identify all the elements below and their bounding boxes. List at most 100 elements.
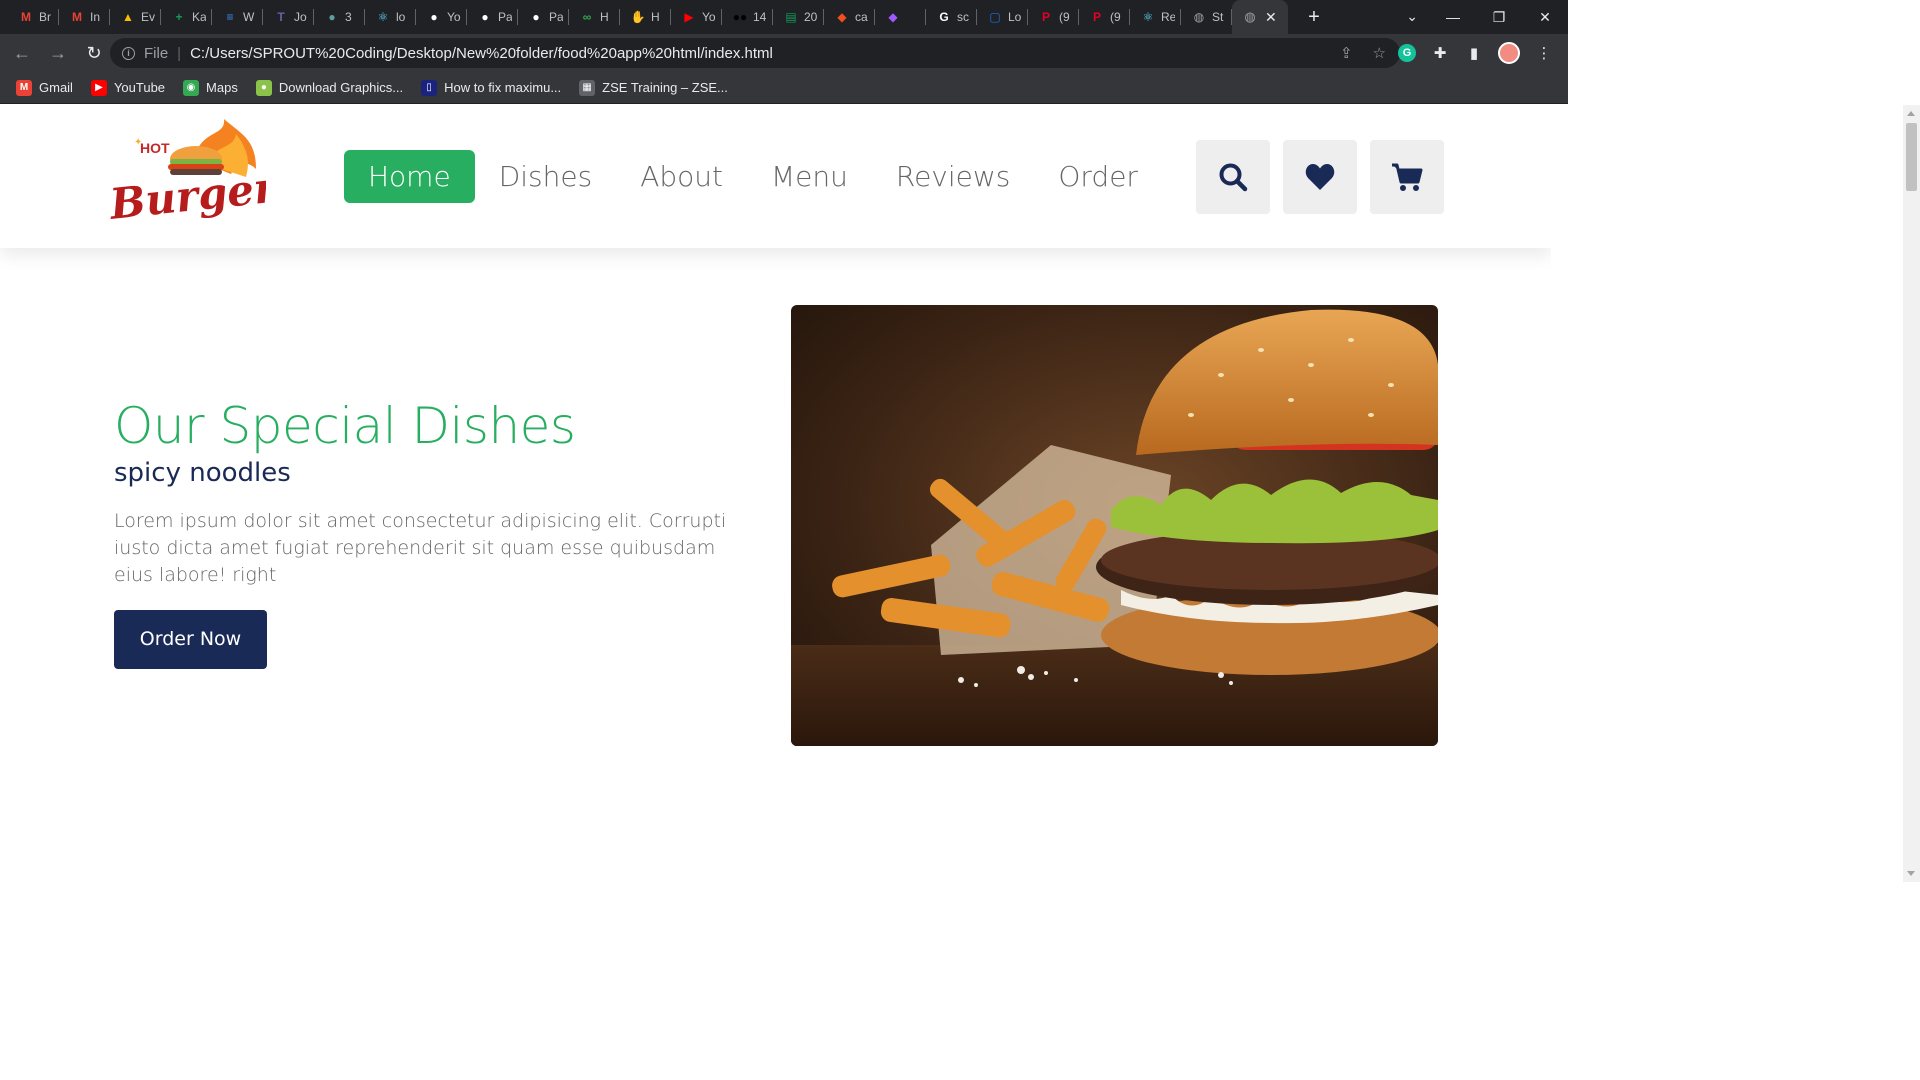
- extensions-puzzle-icon[interactable]: ✚: [1430, 43, 1450, 63]
- url-separator: |: [177, 44, 182, 62]
- reload-icon[interactable]: ↻: [78, 37, 110, 69]
- tab-title: W: [243, 10, 255, 24]
- page-viewport: HOT ✦ Burgers Home Dishes About Menu Reviews…: [0, 105, 1551, 882]
- browser-tab[interactable]: ● Pa: [467, 0, 518, 34]
- nav-link-about[interactable]: About: [616, 150, 747, 203]
- tab-search-chevron-icon[interactable]: ⌄: [1406, 8, 1418, 25]
- nav-link-order[interactable]: Order: [1034, 150, 1162, 203]
- nav-link-home[interactable]: Home: [344, 150, 475, 203]
- svg-text:HOT: HOT: [140, 140, 170, 156]
- scroll-down-arrow-icon[interactable]: [1907, 871, 1915, 876]
- browser-tab[interactable]: ◆ ca: [824, 0, 875, 34]
- browser-tab[interactable]: ● Pa: [518, 0, 569, 34]
- bookmark-label: Maps: [206, 80, 238, 95]
- browser-tab[interactable]: ✋ H: [620, 0, 671, 34]
- browser-tab[interactable]: ▲ Ev: [110, 0, 161, 34]
- tab-title: 3: [345, 10, 352, 24]
- browser-tab[interactable]: ▶ Yo: [671, 0, 722, 34]
- youtube-icon: ▶: [684, 10, 694, 24]
- tab-title: Pa: [498, 10, 512, 24]
- link-icon: ∞: [582, 10, 592, 24]
- cart-icon: [1392, 163, 1423, 191]
- profile-avatar[interactable]: [1498, 42, 1520, 64]
- browser-tab[interactable]: ● 3: [314, 0, 365, 34]
- github-icon: ●: [532, 10, 540, 24]
- hot-burgers-logo[interactable]: HOT ✦ Burgers: [106, 119, 302, 229]
- pinterest-icon: P: [1092, 10, 1101, 24]
- browser-tab[interactable]: M In: [59, 0, 110, 34]
- browser-tab[interactable]: P (9: [1079, 0, 1130, 34]
- tab-title: Pa: [549, 10, 563, 24]
- forward-arrow-icon[interactable]: →: [42, 37, 74, 69]
- url-text[interactable]: C:/Users/SPROUT%20Coding/Desktop/New%20f…: [190, 45, 773, 62]
- docs-icon: ≡: [226, 10, 234, 24]
- browser-tab[interactable]: ▤ 20: [773, 0, 824, 34]
- active-tab[interactable]: ◍ ✕: [1232, 0, 1288, 34]
- browser-tab[interactable]: + Ka: [161, 0, 212, 34]
- google-icon: G: [939, 10, 949, 24]
- tab-title: ca: [855, 10, 868, 24]
- order-now-button[interactable]: Order Now: [114, 610, 267, 669]
- bookmark-item[interactable]: ▶ YouTube: [90, 79, 165, 96]
- extension-area: G ✚ ▮ ⋮: [1398, 42, 1554, 64]
- bookmark-item[interactable]: M Gmail: [16, 79, 73, 96]
- close-tab-icon[interactable]: ✕: [1265, 9, 1277, 26]
- browser-menu-icon[interactable]: ⋮: [1534, 43, 1554, 63]
- new-tab-button[interactable]: +: [1302, 6, 1326, 29]
- bookmark-star-icon[interactable]: ☆: [1373, 44, 1386, 62]
- heart-icon: [1305, 164, 1335, 190]
- browser-tab[interactable]: ≡ W: [212, 0, 263, 34]
- address-bar[interactable]: i File | C:/Users/SPROUT%20Coding/Deskto…: [110, 38, 1400, 68]
- page-icon: ▯: [421, 79, 438, 96]
- scroll-up-arrow-icon[interactable]: [1907, 111, 1915, 116]
- tab-title: Ka: [192, 10, 206, 24]
- tab-title: Jo: [294, 10, 307, 24]
- browser-tab[interactable]: ⚛ Re: [1130, 0, 1181, 34]
- nav-link-dishes[interactable]: Dishes: [475, 150, 617, 203]
- tab-title: St: [1212, 10, 1224, 24]
- app-icon: ●: [328, 10, 336, 24]
- back-arrow-icon[interactable]: ←: [6, 37, 38, 69]
- tab-title: (9: [1110, 10, 1121, 24]
- bookmark-item[interactable]: ▦ ZSE Training – ZSE...: [579, 79, 728, 96]
- main-nav: Home Dishes About Menu Reviews Order: [344, 150, 1162, 203]
- browser-tab[interactable]: ● Yo: [416, 0, 467, 34]
- restore-icon[interactable]: ❐: [1476, 9, 1522, 26]
- bookmark-item[interactable]: ◉ Maps: [183, 79, 238, 96]
- browser-tab[interactable]: M Br: [8, 0, 59, 34]
- close-window-icon[interactable]: ✕: [1522, 9, 1568, 26]
- hand-icon: ✋: [630, 10, 646, 24]
- browser-tab[interactable]: T Jo: [263, 0, 314, 34]
- gmail-icon: M: [21, 10, 31, 24]
- favorites-button[interactable]: [1283, 140, 1357, 214]
- page-scrollbar[interactable]: [1903, 105, 1920, 882]
- info-icon[interactable]: i: [122, 46, 135, 60]
- app-icon: ▢: [989, 10, 1001, 24]
- nav-link-menu[interactable]: Menu: [747, 150, 872, 203]
- share-icon[interactable]: ⇪: [1340, 44, 1353, 62]
- browser-tab[interactable]: P (9: [1028, 0, 1079, 34]
- browser-tab[interactable]: ∞ H: [569, 0, 620, 34]
- github-icon: ●: [430, 10, 438, 24]
- header-icon-buttons: [1196, 140, 1444, 214]
- grammarly-icon[interactable]: G: [1398, 44, 1416, 62]
- nav-link-reviews[interactable]: Reviews: [872, 150, 1035, 203]
- browser-tab[interactable]: Gsc: [926, 0, 977, 34]
- cart-button[interactable]: [1370, 140, 1444, 214]
- browser-tab[interactable]: ◍ St: [1181, 0, 1232, 34]
- search-button[interactable]: [1196, 140, 1270, 214]
- pinterest-icon: P: [1041, 10, 1050, 24]
- figma-icon: ◆: [888, 10, 898, 24]
- browser-tab[interactable]: ⚛ lo: [365, 0, 416, 34]
- bookmark-item[interactable]: ● Download Graphics...: [255, 79, 403, 96]
- browser-tab[interactable]: ◆: [875, 0, 926, 34]
- minimize-icon[interactable]: —: [1430, 9, 1476, 25]
- scrollbar-thumb[interactable]: [1906, 123, 1917, 191]
- browser-tab[interactable]: ▢ Lo: [977, 0, 1028, 34]
- bookmark-label: ZSE Training – ZSE...: [602, 80, 728, 95]
- tab-title: lo: [396, 10, 406, 24]
- side-panel-icon[interactable]: ▮: [1464, 43, 1484, 63]
- browser-tab[interactable]: ●● 14: [722, 0, 773, 34]
- bookmarks-bar: M Gmail ▶ YouTube ◉ Maps ● Download Graphics...…: [0, 72, 1568, 104]
- bookmark-item[interactable]: ▯ How to fix maximu...: [421, 79, 561, 96]
